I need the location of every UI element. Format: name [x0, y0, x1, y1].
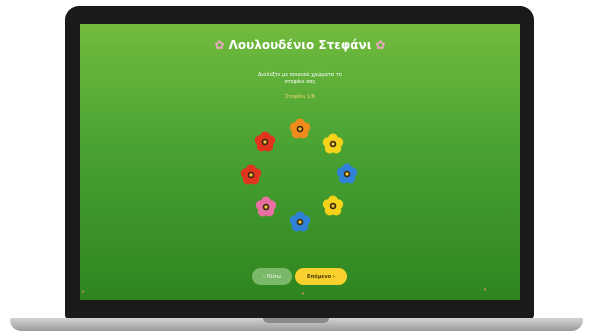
instructions: Διαλέξτε με ποιανού χρώματα το στεφάνι σ…: [220, 72, 380, 86]
grass-tuft: [82, 290, 84, 293]
prev-button[interactable]: ‹ Πίσω: [252, 268, 292, 285]
flower-wreath: [240, 118, 358, 232]
wreath-flower[interactable]: [322, 133, 344, 154]
next-button-label: Επόμενο ›: [307, 273, 335, 280]
instructions-line-1: Διαλέξτε με ποιανού χρώματα το: [258, 72, 342, 78]
page-title-text: Λουλουδένιο Στεφάνι: [228, 38, 372, 52]
wreath-flower[interactable]: [254, 131, 276, 152]
wreath-flower[interactable]: [289, 211, 311, 232]
prev-button-label: ‹ Πίσω: [262, 273, 282, 280]
grass-tuft: [302, 292, 304, 295]
next-button[interactable]: Επόμενο ›: [295, 268, 347, 285]
wreath-flower[interactable]: [255, 196, 277, 217]
instructions-line-2: στεφάνι σας: [284, 79, 316, 85]
wreath-flower[interactable]: [322, 195, 344, 216]
app-screen: ✿ Λουλουδένιο Στεφάνι ✿ Διαλέξτε με ποια…: [80, 24, 520, 300]
page-title: ✿ Λουλουδένιο Στεφάνι ✿: [80, 38, 520, 52]
laptop-base-notch: [263, 318, 329, 323]
progress-indicator: Στεφάνι 1/8: [285, 94, 315, 100]
flower-icon: ✿: [214, 38, 225, 52]
flower-icon: ✿: [375, 38, 386, 52]
wreath-flower[interactable]: [289, 118, 311, 139]
wreath-flower[interactable]: [240, 164, 262, 185]
wreath-flower[interactable]: [336, 163, 358, 184]
grass-tuft: [484, 288, 486, 291]
